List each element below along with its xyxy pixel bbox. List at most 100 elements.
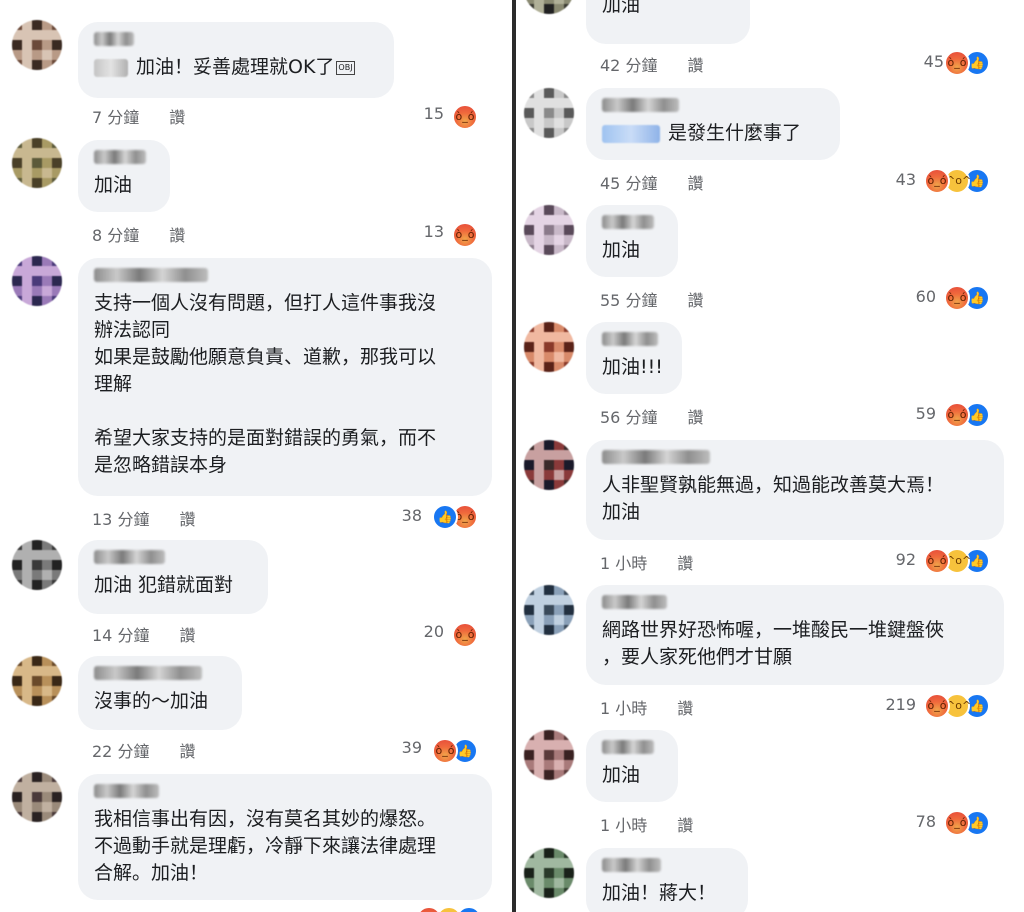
avatar[interactable] [12, 20, 62, 70]
avatar[interactable] [524, 0, 574, 14]
angry-reaction-icon: ò_ó [432, 738, 458, 764]
commenter-name-blurred[interactable] [94, 784, 159, 798]
reaction-count[interactable]: 59 [886, 404, 936, 423]
comment-meta: 1 小時 讚 [600, 695, 693, 719]
avatar[interactable] [524, 205, 574, 255]
left-comment-column: 加油！妥善處理就OK了 OBJ 7 分鐘讚 15 ò_ó 加油 8 分鐘讚 13 ò_ó 支持一個… [0, 0, 510, 912]
reaction-icons[interactable]: ò_ó^o^👍 [924, 548, 990, 574]
comment-text-content: 我相信事出有因，沒有莫名其妙的爆怒。 不過動手就是理虧，冷靜下來讓法律處理 合解… [94, 808, 437, 884]
like-link[interactable]: 讚 [179, 506, 195, 530]
like-link[interactable]: 讚 [169, 222, 185, 246]
comment-text: 加油 [602, 237, 662, 264]
comment-timestamp[interactable]: 56 分鐘 [600, 404, 657, 428]
commenter-name-blurred[interactable] [602, 450, 710, 464]
commenter-name-blurred[interactable] [602, 332, 658, 346]
like-link[interactable]: 讚 [687, 404, 703, 428]
commenter-name-blurred[interactable] [94, 268, 208, 282]
avatar[interactable] [12, 772, 62, 822]
comment-timestamp[interactable]: 8 分鐘 [92, 222, 139, 246]
comment-text: 加油 [602, 0, 734, 19]
avatar[interactable] [524, 585, 574, 635]
commenter-name-blurred[interactable] [602, 595, 667, 609]
reaction-icons[interactable]: ò_ó^o^👍 [416, 906, 482, 912]
reaction-count[interactable]: 13 [394, 222, 444, 241]
reaction-count[interactable]: 43 [866, 170, 916, 189]
comment-timestamp[interactable]: 1 小時 [600, 812, 647, 836]
comment-timestamp[interactable]: 7 分鐘 [92, 104, 139, 128]
comment-text-content: 加油!!! [602, 356, 663, 378]
reaction-icons[interactable]: ò_ó 👍 [944, 810, 990, 836]
comment-timestamp[interactable]: 45 分鐘 [600, 170, 657, 194]
reaction-icons[interactable]: ò_ó 👍 [944, 285, 990, 311]
commenter-name-blurred[interactable] [602, 98, 679, 112]
comment-bubble: 加油！妥善處理就OK了 OBJ [78, 22, 394, 98]
reaction-count[interactable]: 60 [886, 287, 936, 306]
comment-text-content: 是發生什麼事了 [668, 122, 802, 144]
commenter-name-blurred[interactable] [94, 32, 134, 46]
mention-tag-blurred[interactable] [602, 124, 660, 143]
like-link[interactable]: 讚 [169, 104, 185, 128]
comment-text-content: 加油！妥善處理就OK了 [136, 56, 335, 78]
avatar[interactable] [524, 88, 574, 138]
like-link[interactable]: 讚 [677, 695, 693, 719]
reaction-icons[interactable]: ò_ó [452, 104, 478, 130]
avatar[interactable] [12, 540, 62, 590]
reaction-icons[interactable]: ò_ó [452, 622, 478, 648]
commenter-name-blurred[interactable] [94, 666, 202, 680]
commenter-name-blurred[interactable] [94, 550, 165, 564]
like-link[interactable]: 讚 [687, 287, 703, 311]
comment-text: 支持一個人沒有問題，但打人這件事我沒 辦法認同 如果是鼓勵他願意負責、道歉，那我… [94, 290, 476, 479]
like-link[interactable]: 讚 [677, 550, 693, 574]
comment-timestamp[interactable]: 1 小時 [600, 550, 647, 574]
angry-reaction-icon: ò_ó [452, 222, 478, 248]
avatar[interactable] [12, 256, 62, 306]
avatar[interactable] [524, 730, 574, 780]
comment-timestamp[interactable]: 1 小時 [600, 695, 647, 719]
reaction-icons[interactable]: ò_ó 👍 [944, 402, 990, 428]
reaction-icons[interactable]: ò_ó 👍 [944, 50, 990, 76]
comment-meta: 13 分鐘 讚 [92, 506, 195, 530]
reaction-count[interactable]: 15 [394, 104, 444, 123]
avatar[interactable] [12, 138, 62, 188]
avatar[interactable] [12, 656, 62, 706]
comment-bubble: 人非聖賢孰能無過，知過能改善莫大焉！ 加油 [586, 440, 1004, 540]
like-reaction-icon: 👍 [432, 504, 458, 530]
comment-timestamp[interactable]: 42 分鐘 [600, 52, 657, 76]
comment-text: 沒事的～加油 [94, 688, 226, 715]
reaction-icons[interactable]: ò_ó [452, 222, 478, 248]
like-link[interactable]: 讚 [677, 812, 693, 836]
reaction-count[interactable]: 78 [886, 812, 936, 831]
comment-bubble: 網路世界好恐怖喔，一堆酸民一堆鍵盤俠 ，要人家死他們才甘願 [586, 585, 1004, 685]
reaction-count[interactable]: 20 [394, 622, 444, 641]
reaction-icons[interactable]: ò_ó^o^👍 [924, 693, 990, 719]
reaction-icons[interactable]: ò_ó^o^👍 [924, 168, 990, 194]
angry-reaction-icon: ò_ó [944, 50, 970, 76]
reaction-count[interactable]: 92 [866, 550, 916, 569]
comment-text: 加油!!! [602, 354, 666, 381]
commenter-name-blurred[interactable] [602, 858, 661, 872]
comment-timestamp[interactable]: 13 分鐘 [92, 506, 149, 530]
commenter-name-blurred[interactable] [94, 150, 146, 164]
like-link[interactable]: 讚 [687, 52, 703, 76]
like-link[interactable]: 讚 [687, 170, 703, 194]
reaction-count[interactable]: 219 [866, 695, 916, 714]
comment-text: 我相信事出有因，沒有莫名其妙的爆怒。 不過動手就是理虧，冷靜下來讓法律處理 合解… [94, 806, 476, 887]
comment-timestamp[interactable]: 55 分鐘 [600, 287, 657, 311]
comment-text: 人非聖賢孰能無過，知過能改善莫大焉！ 加油 [602, 472, 988, 526]
commenter-name-blurred[interactable] [602, 740, 654, 754]
reaction-count[interactable]: 39 [372, 738, 422, 757]
reaction-icons[interactable]: ò_ó 👍 [432, 738, 478, 764]
angry-reaction-icon: ò_ó [452, 104, 478, 130]
reaction-count[interactable]: 38 [372, 506, 422, 525]
reaction-icons[interactable]: 👍 ò_ó [432, 504, 478, 530]
reaction-count[interactable]: 45 [894, 52, 944, 71]
like-link[interactable]: 讚 [179, 622, 195, 646]
comment-timestamp[interactable]: 22 分鐘 [92, 738, 149, 762]
comment-timestamp[interactable]: 14 分鐘 [92, 622, 149, 646]
avatar[interactable] [524, 848, 574, 898]
avatar[interactable] [524, 440, 574, 490]
like-link[interactable]: 讚 [179, 738, 195, 762]
avatar[interactable] [524, 322, 574, 372]
commenter-name-blurred[interactable] [602, 215, 654, 229]
mention-tag-blurred[interactable] [94, 58, 128, 77]
